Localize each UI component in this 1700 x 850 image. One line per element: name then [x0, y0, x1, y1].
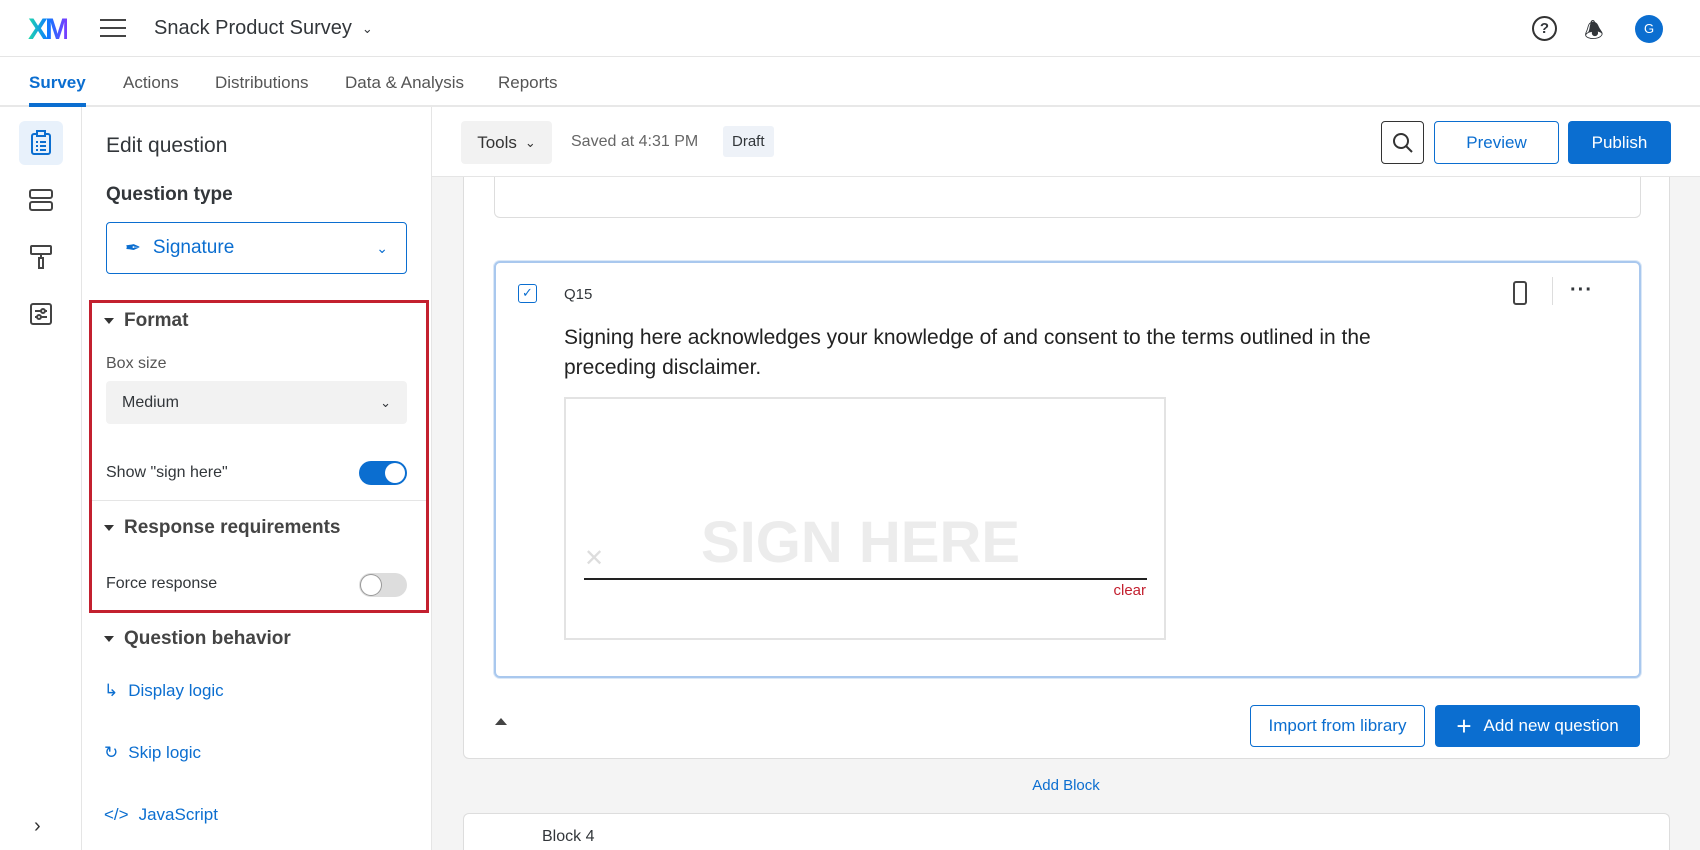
javascript-link[interactable]: </> JavaScript [104, 805, 218, 825]
display-logic-label: Display logic [128, 681, 224, 700]
search-button[interactable] [1381, 121, 1424, 164]
edit-question-panel: Edit question Question type ✒ Signature … [82, 107, 432, 850]
chevron-down-icon: ⌄ [361, 20, 373, 36]
left-icon-rail: › [0, 107, 82, 850]
panel-title: Edit question [106, 134, 228, 157]
survey-options-icon[interactable] [19, 292, 63, 336]
expand-chevron-icon[interactable]: › [34, 815, 41, 838]
javascript-label: JavaScript [138, 805, 218, 824]
tools-dropdown[interactable]: Tools ⌄ [461, 121, 552, 164]
divider [1552, 277, 1553, 305]
survey-toolbar: Tools ⌄ Saved at 4:31 PM Draft Preview Pu… [432, 107, 1700, 177]
chevron-down-icon: ⌄ [376, 239, 388, 256]
collapse-block-icon[interactable] [495, 718, 507, 725]
question-text: Signing here acknowledges your knowledge… [564, 326, 1371, 379]
survey-builder-icon[interactable] [19, 121, 63, 165]
signature-line [584, 578, 1147, 580]
question-behavior-heading[interactable]: Question behavior [104, 628, 291, 650]
show-sign-here-toggle[interactable] [359, 461, 407, 485]
clear-signature-link[interactable]: clear [1113, 582, 1146, 599]
look-and-feel-icon[interactable] [19, 235, 63, 279]
tab-actions[interactable]: Actions [123, 73, 179, 93]
more-options-icon[interactable]: ··· [1570, 279, 1593, 302]
skip-logic-link[interactable]: ↻ Skip logic [104, 743, 201, 763]
mobile-preview-icon[interactable] [1513, 281, 1527, 305]
add-new-question-label: Add new question [1483, 716, 1619, 735]
sign-here-watermark: SIGN HERE [701, 510, 1021, 575]
question-checkbox[interactable]: ✓ [518, 284, 537, 303]
menu-icon[interactable] [100, 19, 126, 39]
format-highlight-box [89, 300, 429, 613]
chevron-down-icon: ⌄ [524, 134, 536, 150]
preview-button[interactable]: Preview [1434, 121, 1559, 164]
signature-box[interactable]: SIGN HERE ✕ clear [564, 397, 1166, 640]
add-new-question-button[interactable]: + Add new question [1435, 705, 1640, 747]
tab-distributions[interactable]: Distributions [215, 73, 309, 93]
question-type-value: Signature [152, 237, 235, 258]
block-title: Block 4 [542, 828, 595, 845]
top-header: XM Snack Product Survey ⌄ ? 🕭 G [0, 0, 1700, 57]
question-block: ✓ Q15 ··· Signing here acknowledges your… [463, 158, 1670, 759]
question-number: Q15 [564, 286, 593, 303]
xm-logo[interactable]: XM [28, 13, 70, 47]
survey-title: Snack Product Survey [154, 17, 352, 39]
main-tabs: Survey Actions Distributions Data & Anal… [0, 57, 1700, 107]
display-logic-icon: ↳ [104, 681, 119, 700]
force-response-toggle[interactable] [359, 573, 407, 597]
display-logic-link[interactable]: ↳ Display logic [104, 681, 224, 701]
question-card-q15[interactable]: ✓ Q15 ··· Signing here acknowledges your… [494, 261, 1641, 678]
next-block-card[interactable]: Block 4 [463, 813, 1670, 850]
tools-label: Tools [477, 132, 517, 152]
show-sign-here-label: Show "sign here" [106, 464, 228, 481]
pen-icon: ✒ [125, 237, 141, 259]
add-block-link[interactable]: Add Block [432, 777, 1700, 794]
box-size-select[interactable]: Medium ⌄ [106, 381, 407, 424]
question-type-label: Question type [106, 184, 233, 205]
divider [92, 500, 426, 501]
skip-logic-label: Skip logic [128, 743, 202, 762]
import-from-library-button[interactable]: Import from library [1250, 705, 1425, 747]
plus-icon: + [1456, 710, 1472, 741]
code-icon: </> [104, 805, 129, 824]
add-block-label: Add Block [1032, 777, 1100, 794]
box-size-label: Box size [106, 355, 167, 372]
search-icon [1392, 132, 1413, 153]
question-type-dropdown[interactable]: ✒ Signature ⌄ [106, 222, 407, 274]
help-icon[interactable]: ? [1532, 16, 1557, 41]
chevron-down-icon: ⌄ [380, 394, 391, 410]
survey-title-dropdown[interactable]: Snack Product Survey ⌄ [154, 17, 373, 40]
survey-flow-icon[interactable] [19, 178, 63, 222]
avatar[interactable]: G [1635, 15, 1663, 43]
box-size-value: Medium [122, 393, 179, 411]
skip-logic-icon: ↻ [104, 743, 119, 762]
status-badge: Draft [723, 126, 774, 157]
survey-canvas: ✓ Q15 ··· Signing here acknowledges your… [432, 107, 1700, 850]
tab-survey[interactable]: Survey [29, 73, 86, 107]
tab-data-analysis[interactable]: Data & Analysis [345, 73, 464, 93]
response-requirements-heading[interactable]: Response requirements [104, 517, 340, 539]
format-heading[interactable]: Format [104, 310, 188, 332]
saved-status: Saved at 4:31 PM [571, 133, 699, 150]
signature-x-icon: ✕ [584, 545, 605, 572]
bell-icon[interactable]: 🕭 [1584, 14, 1604, 52]
tab-reports[interactable]: Reports [498, 73, 558, 93]
force-response-label: Force response [106, 575, 218, 592]
publish-button[interactable]: Publish [1568, 121, 1671, 164]
